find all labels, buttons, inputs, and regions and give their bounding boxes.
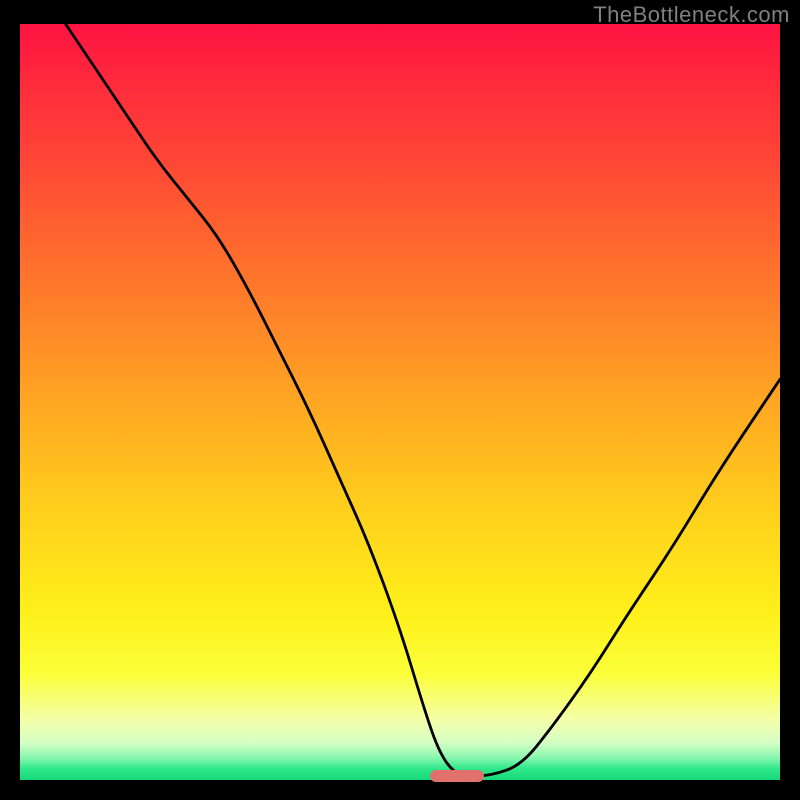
gradient-background xyxy=(20,24,780,780)
chart-container: TheBottleneck.com xyxy=(0,0,800,800)
watermark-text: TheBottleneck.com xyxy=(593,2,790,28)
plot-area xyxy=(20,24,780,780)
optimal-zone-marker xyxy=(430,770,483,782)
